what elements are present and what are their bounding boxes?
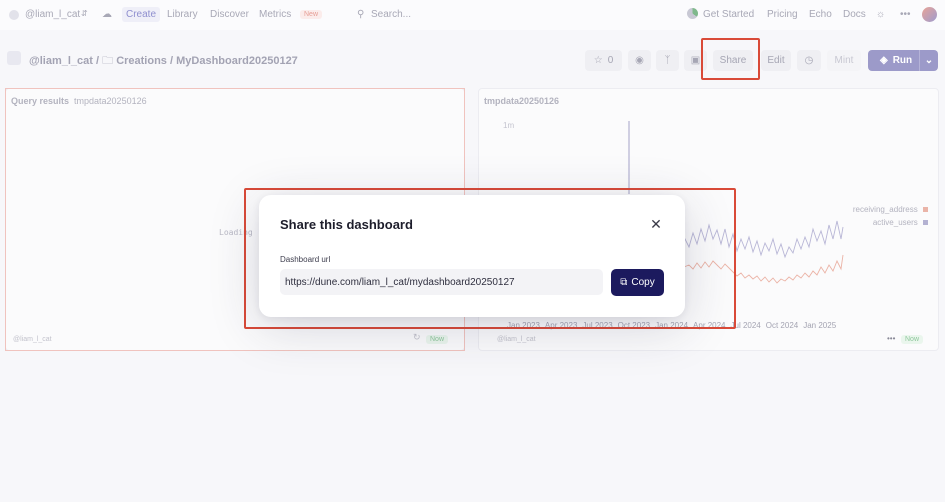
github-icon: ◉: [635, 55, 644, 66]
panel-title-text: Query results: [11, 96, 70, 106]
profile-avatar[interactable]: [922, 7, 937, 22]
breadcrumb-separator: /: [96, 55, 100, 67]
breadcrumb-folder[interactable]: Creations: [116, 55, 167, 67]
x-tick-label: Oct 2024: [765, 321, 799, 330]
top-navigation: @liam_l_cat ⇵ ☁ Create Library Discover …: [0, 0, 945, 30]
camera-icon: ▣: [690, 55, 701, 66]
theme-sun-icon[interactable]: ☼: [876, 9, 885, 20]
search-input[interactable]: Search...: [371, 9, 411, 20]
nav-get-started[interactable]: Get Started: [703, 9, 754, 20]
legend-label: receiving_address: [852, 205, 918, 214]
x-tick-label: Apr 2024: [693, 321, 726, 330]
chevron-updown-icon[interactable]: ⇵: [81, 9, 88, 18]
star-icon: ☆: [593, 55, 603, 66]
x-tick-label: Jan 2023: [507, 321, 540, 330]
legend-swatch: [923, 207, 928, 212]
star-button[interactable]: ☆ 0: [585, 50, 622, 71]
more-menu-icon[interactable]: •••: [900, 9, 911, 20]
refresh-icon[interactable]: ↻: [413, 332, 421, 343]
share-dialog: Share this dashboard ✕ Dashboard url ⧉ C…: [259, 195, 685, 317]
nav-docs[interactable]: Docs: [843, 9, 866, 20]
dialog-title: Share this dashboard: [280, 217, 413, 232]
new-badge: New: [300, 10, 323, 19]
folder-icon: 🗀: [102, 55, 114, 67]
star-count: 0: [607, 55, 614, 66]
chevron-down-icon[interactable]: ⌄: [919, 50, 938, 71]
cloud-icon: ☁: [102, 9, 112, 20]
nav-echo[interactable]: Echo: [809, 9, 832, 20]
x-tick-label: Jan 2024: [655, 321, 689, 330]
screenshot-button[interactable]: ▣: [684, 50, 707, 71]
x-tick-label: Jul 2023: [582, 321, 613, 330]
share-button[interactable]: Share: [713, 50, 753, 71]
mint-button[interactable]: Mint: [827, 50, 861, 71]
nav-pricing[interactable]: Pricing: [767, 9, 798, 20]
run-button[interactable]: ◈ Run ⌄: [868, 50, 938, 71]
workspace-switcher[interactable]: @liam_l_cat: [25, 9, 80, 20]
nav-metrics[interactable]: Metrics: [259, 9, 291, 20]
dashboard-logo: [7, 51, 21, 65]
nav-discover[interactable]: Discover: [210, 9, 249, 20]
x-tick-label: Jan 2025: [803, 321, 837, 330]
legend-swatch: [923, 220, 928, 225]
schedule-button[interactable]: ◷: [797, 50, 821, 71]
status-badge: Now: [901, 335, 924, 344]
panel-subtitle: tmpdata20250126: [74, 96, 147, 106]
copy-icon: ⧉: [620, 277, 628, 288]
progress-pie-icon: [687, 8, 698, 19]
nav-library[interactable]: Library: [167, 9, 198, 20]
fork-button[interactable]: ᛉ: [656, 50, 679, 71]
run-label: Run: [892, 55, 913, 66]
layers-icon: ◈: [880, 55, 888, 66]
user-avatar[interactable]: [9, 10, 19, 20]
x-tick-label: Oct 2023: [617, 321, 651, 330]
search-icon: ⚲: [357, 9, 365, 20]
breadcrumb-separator: /: [170, 55, 174, 67]
loading-text: Loading: [219, 228, 253, 237]
copy-label: Copy: [631, 277, 655, 288]
panel-footer-user[interactable]: @liam_l_cat: [497, 336, 536, 343]
receiving-address-series: [683, 254, 844, 284]
x-tick-label: Apr 2023: [544, 321, 578, 330]
github-button[interactable]: ◉: [628, 50, 651, 71]
clock-icon: ◷: [804, 55, 814, 66]
breadcrumb: @liam_l_cat / 🗀 Creations / MyDashboard2…: [29, 52, 298, 71]
fork-icon: ᛉ: [664, 55, 671, 66]
legend-item-receiving-address[interactable]: receiving_address: [853, 205, 928, 214]
field-label: Dashboard url: [280, 255, 331, 264]
panel-title: Query results tmpdata20250126: [11, 96, 147, 106]
nav-create[interactable]: Create: [122, 7, 161, 22]
legend-label: active_users: [872, 218, 918, 227]
status-badge: Now: [426, 335, 449, 344]
legend-item-active-users[interactable]: active_users: [873, 218, 928, 227]
copy-button[interactable]: ⧉ Copy: [611, 269, 664, 296]
more-menu-icon[interactable]: •••: [887, 334, 895, 343]
x-tick-label: Jul 2024: [730, 321, 761, 330]
panel-footer-user[interactable]: @liam_l_cat: [13, 336, 52, 343]
close-icon[interactable]: ✕: [648, 216, 664, 232]
breadcrumb-dashboard-name: MyDashboard20250127: [176, 55, 298, 67]
breadcrumb-user[interactable]: @liam_l_cat: [29, 55, 93, 67]
edit-button[interactable]: Edit: [761, 50, 791, 71]
x-axis-labels: Jan 2023 Apr 2023 Jul 2023 Oct 2023 Jan 2024…: [507, 321, 836, 330]
active-users-series: [683, 220, 844, 259]
dashboard-url-field[interactable]: [280, 269, 603, 295]
